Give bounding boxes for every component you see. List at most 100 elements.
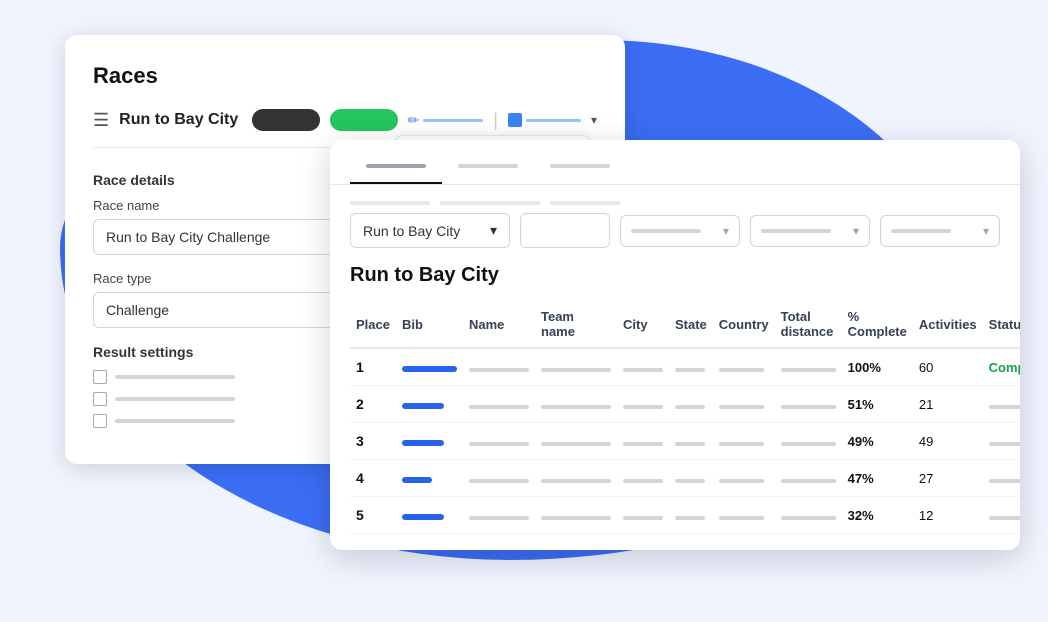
cell-activities: 60 (913, 348, 983, 386)
checkbox-1[interactable] (93, 370, 107, 384)
tab-2[interactable] (442, 156, 534, 184)
cell-state (669, 423, 713, 460)
table-row: 2 51%21 (350, 386, 1020, 423)
cell-place: 1 (350, 348, 396, 386)
menu-icon[interactable]: ☰ (93, 110, 109, 131)
cell-city (617, 497, 669, 534)
cell-name (463, 497, 535, 534)
cell-state (669, 497, 713, 534)
cell-place: 5 (350, 497, 396, 534)
cell-status: Complete (983, 348, 1020, 386)
filter-line-2 (440, 201, 540, 205)
search-input-wrap (520, 213, 610, 248)
col-team: Team name (535, 301, 617, 348)
race-type-input[interactable] (93, 292, 353, 328)
cell-name (463, 348, 535, 386)
cell-bib (396, 348, 463, 386)
cell-state (669, 386, 713, 423)
col-pct: % Complete (842, 301, 913, 348)
cell-distance (775, 497, 842, 534)
cell-place: 2 (350, 386, 396, 423)
cell-country (713, 348, 775, 386)
pill-green (330, 109, 398, 131)
checkbox-3[interactable] (93, 414, 107, 428)
cell-team (535, 460, 617, 497)
cell-pct: 51% (842, 386, 913, 423)
filter-line-3 (550, 201, 620, 205)
edit-line-2[interactable] (508, 113, 581, 127)
cell-activities: 49 (913, 423, 983, 460)
cell-activities: 27 (913, 460, 983, 497)
table-row: 1 100%60Complete (350, 348, 1020, 386)
cell-name (463, 386, 535, 423)
cell-state (669, 348, 713, 386)
dropdown-filter-2[interactable]: ▾ (750, 215, 870, 247)
cell-city (617, 386, 669, 423)
cell-team (535, 386, 617, 423)
col-distance: Total distance (775, 301, 842, 348)
col-bib: Bib (396, 301, 463, 348)
cell-country (713, 423, 775, 460)
cell-pct: 49% (842, 423, 913, 460)
col-country: Country (713, 301, 775, 348)
cell-team (535, 497, 617, 534)
cell-place: 4 (350, 460, 396, 497)
dropdown-filter-1[interactable]: ▾ (620, 215, 740, 247)
cell-team (535, 423, 617, 460)
col-place: Place (350, 301, 396, 348)
cell-status (983, 460, 1020, 497)
cell-name (463, 423, 535, 460)
cell-name (463, 460, 535, 497)
cell-bib (396, 423, 463, 460)
checkbox-label-1 (115, 375, 235, 379)
dropdown-filter-3-chevron: ▾ (983, 224, 989, 238)
tab-3[interactable] (534, 156, 626, 184)
dropdown-chevron: ▾ (490, 222, 497, 239)
checkbox-label-3 (115, 419, 235, 423)
cell-status (983, 497, 1020, 534)
cell-place: 3 (350, 423, 396, 460)
table-row: 4 47%27 (350, 460, 1020, 497)
cell-bib (396, 497, 463, 534)
front-tabs (350, 156, 1000, 184)
toolbar-race-name: Run to Bay City (119, 111, 241, 129)
cell-distance (775, 460, 842, 497)
results-table-card: Run to Bay City ▾ ▾ ▾ (330, 140, 1020, 550)
filter-row (350, 201, 1000, 205)
col-city: City (617, 301, 669, 348)
cell-distance (775, 348, 842, 386)
cell-pct: 47% (842, 460, 913, 497)
line-decoration-2 (526, 119, 581, 122)
checkbox-label-2 (115, 397, 235, 401)
cell-activities: 21 (913, 386, 983, 423)
checkbox-2[interactable] (93, 392, 107, 406)
cell-country (713, 386, 775, 423)
cell-activities: 12 (913, 497, 983, 534)
edit-line-1[interactable]: ✏ (408, 112, 484, 129)
cell-distance (775, 386, 842, 423)
cell-country (713, 460, 775, 497)
front-body: Run to Bay City ▾ ▾ ▾ (330, 185, 1020, 550)
dropdown-value: Run to Bay City (363, 223, 460, 239)
dropdown-filter-3[interactable]: ▾ (880, 215, 1000, 247)
table-section-heading: Run to Bay City (350, 264, 1000, 287)
cell-city (617, 348, 669, 386)
separator: | (493, 110, 498, 131)
col-state: State (669, 301, 713, 348)
cell-bib (396, 460, 463, 497)
table-row: 532%12 (350, 497, 1020, 534)
race-name-input[interactable] (93, 219, 353, 255)
cell-country (713, 497, 775, 534)
dropdown-filter-1-chevron: ▾ (723, 224, 729, 238)
chevron-down-icon[interactable]: ▾ (591, 113, 597, 127)
race-dropdown[interactable]: Run to Bay City ▾ (350, 213, 510, 248)
cell-status (983, 386, 1020, 423)
pencil-icon: ✏ (408, 112, 420, 129)
tab-1[interactable] (350, 156, 442, 184)
search-input[interactable] (521, 215, 610, 247)
col-name: Name (463, 301, 535, 348)
cell-city (617, 423, 669, 460)
col-activities: Activities (913, 301, 983, 348)
races-title: Races (93, 63, 597, 89)
cell-pct: 100% (842, 348, 913, 386)
